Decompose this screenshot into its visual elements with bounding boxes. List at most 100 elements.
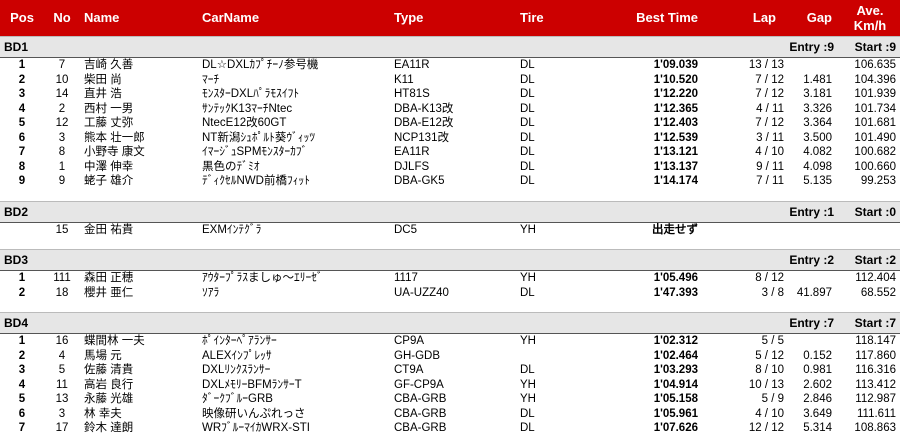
cell-tire: YH (520, 393, 536, 405)
cell-pos: 4 (18, 102, 26, 115)
start-count: Start :9 (854, 40, 896, 54)
cell-gap: 3.364 (803, 117, 832, 129)
cell-lap: 4 / 10 (755, 407, 784, 420)
cell-ave-speed: 116.316 (855, 364, 896, 376)
cell-best-time: 1'13.121 (653, 146, 698, 158)
cell-best-time: 1'12.220 (653, 88, 698, 100)
cell-driver-name: 蛯子 雄介 (84, 175, 134, 187)
cell-gap: 0.152 (803, 349, 832, 362)
cell-no: 2 (58, 102, 66, 115)
result-row: 6 3 熊本 壮一郎 NT新潟ｼｭﾎﾟﾙﾄ葵ｳﾞｨｯﾂ NCP131改 DL 1'12.53… (0, 131, 900, 146)
cell-ave-speed: 104.396 (854, 73, 896, 86)
header-ave-speed: Ave. Km/h (844, 3, 896, 33)
cell-tire: YH (520, 378, 536, 391)
cell-type: DJLFS (394, 160, 430, 173)
cell-ave-speed: 106.635 (854, 59, 896, 71)
header-name: Name (84, 10, 120, 25)
result-row: 6 3 林 幸夫 映像研いんぷれっさ CBA-GRB DL 1'05.961 4 / 10 3.… (0, 407, 900, 422)
cell-tire: DL (520, 364, 535, 376)
cell-gap: 41.897 (796, 286, 832, 299)
header-gap: Gap (806, 10, 832, 25)
cell-ave-speed: 113.412 (855, 378, 896, 391)
cell-car-name: ｲﾏｰｼﾞｭSPMﾓﾝｽﾀｰｶﾌﾞ (202, 146, 308, 158)
cell-no: 16 (55, 335, 69, 347)
cell-tire: DL (520, 407, 535, 420)
cell-ave-speed: 100.660 (854, 160, 896, 173)
class-section: BD4 Entry :7 Start :7 1 16 蝶間林 一夫 ﾎﾟｲﾝﾀｰﾍﾟｱﾗﾝｻ… (0, 312, 900, 436)
cell-type: CT9A (394, 364, 424, 376)
cell-pos: 1 (18, 59, 26, 71)
result-row: 7 8 小野寺 康文 ｲﾏｰｼﾞｭSPMﾓﾝｽﾀｰｶﾌﾞ EA11R DL 1'13.121… (0, 145, 900, 160)
result-row: 4 11 高岩 良行 DXLﾒﾓﾘｰBFMﾗﾝｻｰT GF-CP9A YH 1'04.914… (0, 378, 900, 393)
cell-car-name: ｿｱﾗ (202, 286, 220, 299)
cell-type: HT81S (394, 88, 430, 100)
cell-tire: DL (520, 422, 535, 434)
cell-lap: 7 / 12 (755, 73, 784, 86)
cell-type: DBA-E12改 (394, 117, 454, 129)
entry-count: Entry :2 (789, 253, 834, 267)
cell-best-time: 出走せず (652, 223, 698, 236)
result-row: 2 4 馬場 元 ALEXｲﾝﾌﾟﾚｯｻ GH-GDB 1'02.464 5 / 12 0.1… (0, 349, 900, 364)
cell-no: 11 (56, 378, 68, 391)
result-row: 5 13 永藤 光雄 ﾀﾞｰｸﾌﾞﾙｰGRB CBA-GRB YH 1'05.158 5 / … (0, 392, 900, 407)
result-row: 2 10 柴田 尚 ﾏｰﾁ K11 DL 1'10.520 7 / 12 1.481 104.39… (0, 73, 900, 88)
cell-type: EA11R (394, 59, 430, 71)
cell-car-name: DXLﾒﾓﾘｰBFMﾗﾝｻｰT (202, 378, 302, 391)
start-count: Start :0 (854, 204, 896, 219)
cell-no: 4 (58, 349, 66, 362)
results-body: BD1 Entry :9 Start :9 1 7 吉崎 久善 DL☆DXLｶﾌﾟﾁｰﾉ参号… (0, 36, 900, 436)
result-row: 8 1 中澤 伸幸 黒色のﾃﾞﾐｵ DJLFS DL 1'13.137 9 / 11 4.098… (0, 160, 900, 175)
cell-best-time: 1'10.520 (653, 73, 698, 86)
cell-ave-speed: 100.682 (854, 146, 896, 158)
cell-driver-name: 吉崎 久善 (84, 59, 134, 71)
cell-type: EA11R (394, 146, 430, 158)
cell-best-time: 1'14.174 (653, 175, 698, 187)
cell-gap: 4.098 (803, 160, 832, 173)
cell-type: DBA-GK5 (394, 175, 445, 187)
cell-tire: DL (520, 73, 535, 86)
cell-driver-name: 高岩 良行 (84, 378, 134, 391)
cell-pos: 3 (18, 88, 26, 100)
cell-tire: YH (520, 335, 536, 347)
cell-pos: 2 (18, 349, 26, 362)
cell-gap: 1.481 (803, 73, 832, 86)
result-row: 9 9 蛯子 雄介 ﾃﾞｨｸｾﾙNWD前橋ﾌｨｯﾄ DBA-GK5 DL 1'14.174 7… (0, 174, 900, 189)
start-count: Start :2 (854, 253, 896, 267)
cell-car-name: ｻﾝﾃｯｸK13ﾏｰﾁNtec (202, 102, 293, 115)
cell-no: 3 (58, 131, 66, 144)
class-section: BD1 Entry :9 Start :9 1 7 吉崎 久善 DL☆DXLｶﾌﾟﾁｰﾉ参号… (0, 36, 900, 189)
cell-tire: DL (520, 59, 535, 71)
cell-pos: 2 (18, 73, 26, 86)
class-section: BD3 Entry :2 Start :2 1 111 森田 正穂 ｱｳﾀｰﾌﾟﾗｽましゅ～… (0, 249, 900, 300)
cell-tire: DL (520, 102, 535, 115)
cell-best-time: 1'02.312 (653, 335, 698, 347)
header-pos: Pos (10, 10, 34, 25)
cell-pos: 5 (18, 117, 26, 129)
entry-count: Entry :7 (789, 316, 834, 330)
cell-no: 1 (58, 160, 66, 173)
cell-car-name: DXLﾘﾝｸｽﾗﾝｻｰ (202, 364, 271, 376)
entry-count: Entry :1 (789, 204, 834, 219)
cell-lap: 9 / 11 (756, 160, 784, 173)
result-row: 4 2 西村 一男 ｻﾝﾃｯｸK13ﾏｰﾁNtec DBA-K13改 DL 1'12.365… (0, 102, 900, 117)
cell-driver-name: 直井 浩 (84, 88, 122, 100)
cell-no: 18 (55, 286, 69, 299)
cell-no: 14 (55, 88, 69, 100)
header-ave-label: Ave. (856, 3, 884, 18)
cell-gap: 5.135 (803, 175, 832, 187)
cell-best-time: 1'02.464 (653, 349, 698, 362)
cell-ave-speed: 99.253 (860, 175, 896, 187)
cell-lap: 3 / 11 (756, 131, 784, 144)
cell-driver-name: 工藤 丈弥 (84, 117, 134, 129)
cell-best-time: 1'05.496 (653, 272, 698, 284)
cell-lap: 10 / 13 (748, 378, 784, 391)
cell-tire: DL (520, 175, 535, 187)
cell-car-name: ﾀﾞｰｸﾌﾞﾙｰGRB (202, 393, 273, 405)
cell-driver-name: 蝶間林 一夫 (84, 335, 145, 347)
cell-gap: 2.846 (803, 393, 832, 405)
cell-car-name: ﾎﾟｲﾝﾀｰﾍﾟｱﾗﾝｻｰ (202, 335, 277, 347)
cell-driver-name: 小野寺 康文 (84, 146, 145, 158)
cell-car-name: ﾏｰﾁ (202, 73, 220, 86)
result-row: 1 16 蝶間林 一夫 ﾎﾟｲﾝﾀｰﾍﾟｱﾗﾝｻｰ CP9A YH 1'02.312 5 / … (0, 334, 900, 349)
cell-lap: 4 / 11 (756, 102, 784, 115)
